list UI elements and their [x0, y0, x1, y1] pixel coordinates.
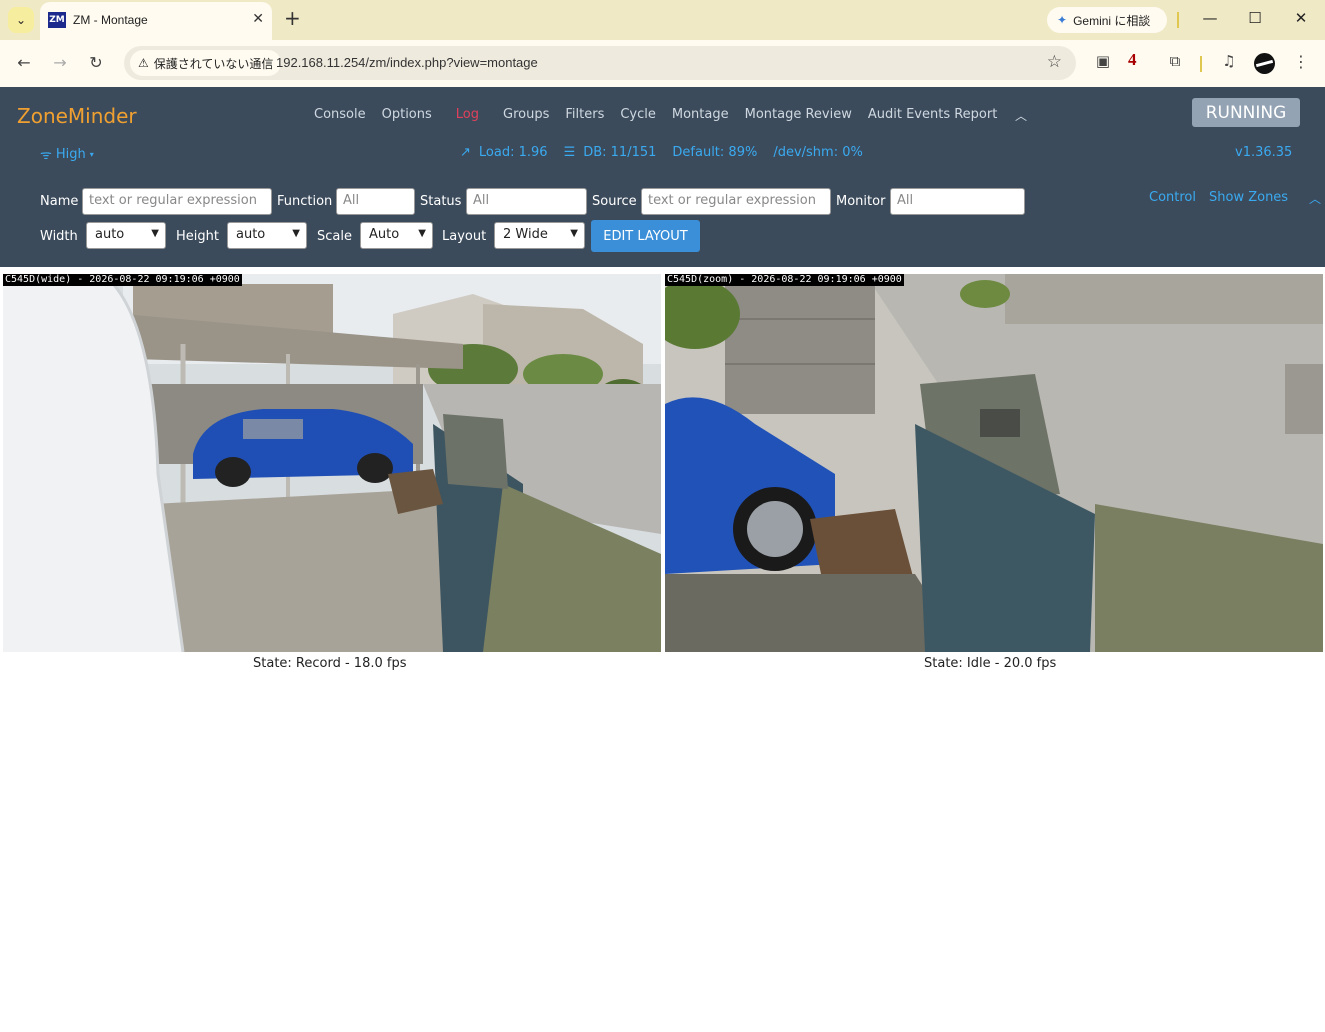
- status-filter-select[interactable]: All: [466, 188, 587, 215]
- select-chevron-icon: ▼: [292, 228, 300, 239]
- select-chevron-icon: ▼: [151, 228, 159, 239]
- layout-label: Layout: [442, 229, 487, 244]
- monitor-filter-select[interactable]: All: [890, 188, 1025, 215]
- zm-version[interactable]: v1.36.35: [1235, 145, 1292, 160]
- control-link[interactable]: Control: [1149, 190, 1196, 205]
- warning-triangle-icon: ⚠: [138, 56, 149, 70]
- reload-icon[interactable]: ↻: [85, 53, 107, 72]
- database-icon: ☰: [563, 145, 576, 160]
- nav-montage[interactable]: Montage: [672, 107, 729, 122]
- zm-header: ZoneMinder Console Options Log Groups Fi…: [0, 87, 1325, 183]
- trending-up-icon: ↗: [460, 145, 471, 160]
- width-label: Width: [40, 229, 78, 244]
- forward-arrow-icon[interactable]: →: [49, 53, 71, 72]
- width-select[interactable]: auto ▼: [86, 222, 166, 249]
- nav-collapse-chevron-up-icon[interactable]: ︿: [1015, 107, 1027, 124]
- filter-collapse-chevron-up-icon[interactable]: ︿: [1309, 190, 1321, 207]
- nav-log[interactable]: Log: [456, 107, 479, 122]
- height-select[interactable]: auto ▼: [227, 222, 307, 249]
- security-label: 保護されていない通信: [153, 56, 274, 71]
- camera-timestamp: C545D(wide) - 2026-08-22 09:19:06 +0900: [3, 274, 242, 286]
- nav-console[interactable]: Console: [314, 107, 366, 122]
- extensions-puzzle-icon[interactable]: ⧉: [1164, 52, 1186, 70]
- cast-icon[interactable]: ▣: [1092, 52, 1114, 70]
- bandwidth-label: High: [55, 146, 86, 162]
- monitor-feed-wide[interactable]: C545D(wide) - 2026-08-22 09:19:06 +0900: [3, 274, 661, 652]
- monitor-filter-label: Monitor: [836, 194, 886, 209]
- bandwidth-selector[interactable]: ᯤ High ▾: [40, 145, 94, 164]
- address-bar[interactable]: ⚠ 保護されていない通信 192.168.11.254/zm/index.php…: [124, 46, 1076, 80]
- tab-title: ZM - Montage: [73, 13, 148, 27]
- browser-tabbar: ⌄ ZM ZM - Montage ✕ + ✦ Gemini に相談 — ☐ ✕: [0, 0, 1325, 40]
- browser-tab-zm-montage[interactable]: ZM ZM - Montage ✕: [40, 2, 272, 40]
- load-value: Load: 1.96: [478, 145, 548, 160]
- load-stat: ↗ Load: 1.96: [460, 145, 548, 160]
- gemini-sparkle-icon: ✦: [1057, 13, 1068, 27]
- select-chevron-icon: ▼: [570, 228, 578, 239]
- toolbar-separator: [1200, 56, 1202, 72]
- maximize-icon[interactable]: ☐: [1243, 9, 1267, 27]
- browser-menu-icon[interactable]: ⋮: [1292, 52, 1310, 71]
- gemini-label: Gemini に相談: [1073, 13, 1151, 28]
- tab-close-icon[interactable]: ✕: [252, 11, 264, 27]
- gemini-button[interactable]: ✦ Gemini に相談: [1047, 7, 1167, 33]
- monitor-state-wide: State: Record - 18.0 fps: [253, 656, 407, 671]
- nav-filters[interactable]: Filters: [565, 107, 604, 122]
- monitor-state-zoom: State: Idle - 20.0 fps: [924, 656, 1057, 671]
- status-filter-label: Status: [420, 194, 462, 209]
- db-stat: ☰ DB: 11/151: [564, 145, 657, 160]
- shm-stat: /dev/shm: 0%: [773, 145, 863, 160]
- scale-value: Auto: [369, 227, 400, 242]
- default-storage-stat: Default: 89%: [672, 145, 758, 160]
- monitor-feed-zoom[interactable]: C545D(zoom) - 2026-08-22 09:19:06 +0900: [665, 274, 1323, 652]
- function-filter-select[interactable]: All: [336, 188, 415, 215]
- height-value: auto: [236, 227, 266, 242]
- nav-cycle[interactable]: Cycle: [620, 107, 656, 122]
- scale-label: Scale: [317, 229, 352, 244]
- name-filter-label: Name: [40, 194, 79, 209]
- zm-main-nav: Console Options Log Groups Filters Cycle…: [314, 107, 997, 122]
- layout-select[interactable]: 2 Wide ▼: [494, 222, 585, 249]
- nav-options[interactable]: Options: [382, 107, 432, 122]
- zm-logo[interactable]: ZoneMinder: [17, 104, 137, 128]
- source-filter-label: Source: [592, 194, 637, 209]
- window-close-icon[interactable]: ✕: [1289, 9, 1313, 27]
- camera-timestamp: C545D(zoom) - 2026-08-22 09:19:06 +0900: [665, 274, 904, 286]
- montage-filter-bar: Name text or regular expression Function…: [0, 183, 1325, 267]
- nav-groups[interactable]: Groups: [503, 107, 549, 122]
- url-text[interactable]: 192.168.11.254/zm/index.php?view=montage: [276, 55, 538, 70]
- caret-down-icon: ▾: [89, 149, 94, 159]
- edit-layout-button[interactable]: EDIT LAYOUT: [591, 220, 700, 252]
- window-separator: [1177, 12, 1179, 28]
- minimize-icon[interactable]: —: [1198, 9, 1222, 27]
- nav-audit-events-report[interactable]: Audit Events Report: [868, 107, 997, 122]
- nav-montage-review[interactable]: Montage Review: [745, 107, 852, 122]
- tab-search-chevron-icon[interactable]: ⌄: [8, 7, 34, 33]
- camera-image-wide: [3, 274, 661, 652]
- show-zones-link[interactable]: Show Zones: [1209, 190, 1288, 205]
- db-value: DB: 11/151: [583, 145, 657, 160]
- bookmark-star-icon[interactable]: ☆: [1047, 52, 1062, 72]
- back-arrow-icon[interactable]: ←: [13, 53, 35, 72]
- source-filter-input[interactable]: text or regular expression: [641, 188, 831, 215]
- camera-image-zoom: [665, 274, 1323, 652]
- width-value: auto: [95, 227, 125, 242]
- security-chip[interactable]: ⚠ 保護されていない通信: [130, 50, 282, 76]
- name-filter-input[interactable]: text or regular expression: [82, 188, 272, 215]
- scale-select[interactable]: Auto ▼: [360, 222, 433, 249]
- system-stats: ↗ Load: 1.96 ☰ DB: 11/151 Default: 89% /…: [460, 145, 863, 160]
- new-tab-plus-icon[interactable]: +: [284, 8, 301, 28]
- extension-badge[interactable]: 4: [1128, 50, 1137, 70]
- function-filter-label: Function: [277, 194, 333, 209]
- layout-value: 2 Wide: [503, 227, 548, 242]
- profile-avatar-icon[interactable]: [1254, 53, 1275, 74]
- zm-favicon-icon: ZM: [48, 12, 66, 28]
- run-state-button[interactable]: RUNNING: [1192, 98, 1300, 127]
- browser-toolbar: ← → ↻ ⚠ 保護されていない通信 192.168.11.254/zm/ind…: [0, 40, 1325, 87]
- select-chevron-icon: ▼: [418, 228, 426, 239]
- media-playlist-icon[interactable]: ♫: [1218, 52, 1240, 70]
- wifi-icon: ᯤ: [40, 148, 52, 163]
- height-label: Height: [176, 229, 219, 244]
